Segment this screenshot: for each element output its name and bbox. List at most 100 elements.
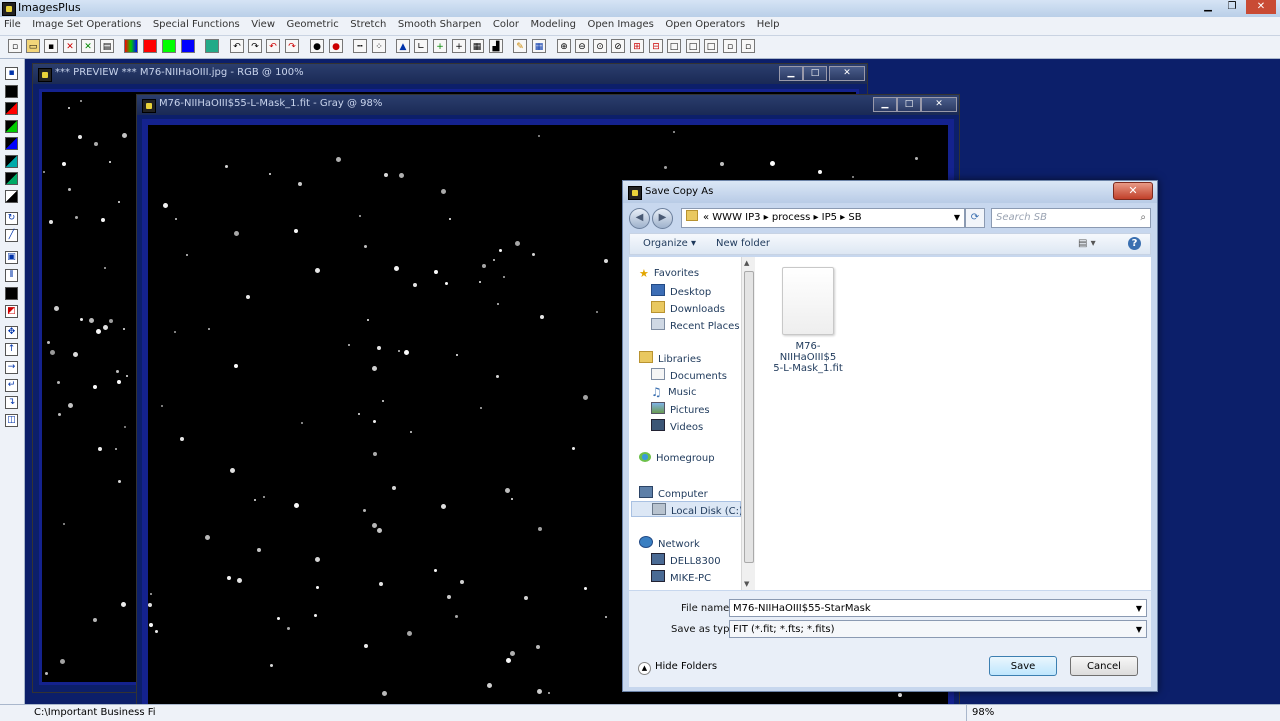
refresh-icon[interactable]: ⟳ <box>965 208 985 228</box>
nav-mike-pc[interactable]: MIKE-PC <box>651 570 711 584</box>
table-icon[interactable]: ▦ <box>532 39 546 53</box>
chevron-down-icon[interactable]: ▼ <box>1136 600 1142 618</box>
menu-open-images[interactable]: Open Images <box>583 17 657 30</box>
cancel-button[interactable]: Cancel <box>1070 656 1138 676</box>
clip-tool-icon[interactable]: ◫ <box>5 414 18 427</box>
help-icon[interactable]: ? <box>1128 237 1141 250</box>
teal-swatch-icon[interactable] <box>5 172 18 185</box>
menu-color[interactable]: Color <box>489 17 523 30</box>
preview-window-title-bar[interactable]: *** PREVIEW *** M76-NIIHaOIII.jpg - RGB … <box>33 64 867 84</box>
rotate-tool-icon[interactable]: ↻ <box>5 212 18 225</box>
circle-select-red-icon[interactable]: ● <box>329 39 343 53</box>
dialog-title-bar[interactable]: Save Copy As ✕ <box>623 181 1157 203</box>
back-arrow-icon[interactable]: ◀ <box>629 208 650 229</box>
circle-select-icon[interactable]: ● <box>310 39 324 53</box>
rgb-channels-icon[interactable] <box>124 39 138 53</box>
inverse-swatch-icon[interactable] <box>5 190 18 203</box>
nav-libraries[interactable]: Libraries <box>639 351 701 365</box>
histogram-icon[interactable]: ▲ <box>396 39 410 53</box>
cyan-swatch-icon[interactable] <box>5 155 18 168</box>
red-select-icon[interactable]: ◩ <box>5 305 18 318</box>
zoom-reset-icon[interactable]: ⊘ <box>611 39 625 53</box>
new-folder-button[interactable]: New folder <box>716 238 770 249</box>
menu-geometric[interactable]: Geometric <box>283 17 343 30</box>
mask-close-button[interactable]: ✕ <box>921 97 957 112</box>
undo-icon[interactable]: ↶ <box>230 39 244 53</box>
close-all-icon[interactable]: ✕ <box>81 39 95 53</box>
file-name-input[interactable]: M76-NIIHaOIII$55-StarMask ▼ <box>729 599 1147 617</box>
organize-button[interactable]: Organize ▾ <box>643 238 696 249</box>
frame-tool-icon[interactable]: ▣ <box>5 251 18 264</box>
luminance-icon[interactable] <box>205 39 219 53</box>
nav-desktop[interactable]: Desktop <box>651 284 711 298</box>
nav-music[interactable]: ♫ Music <box>651 385 696 399</box>
nav-downloads[interactable]: Downloads <box>651 301 725 315</box>
black-swatch-icon[interactable] <box>5 85 18 98</box>
blue-swatch-icon[interactable] <box>5 137 18 150</box>
search-icon[interactable]: ⌕ <box>1140 209 1146 227</box>
scroll-down-icon[interactable]: ▼ <box>744 580 749 588</box>
arrow-down-return-icon[interactable]: ↴ <box>5 396 18 409</box>
menu-special-functions[interactable]: Special Functions <box>149 17 244 30</box>
dialog-close-button[interactable]: ✕ <box>1113 182 1153 200</box>
menu-help[interactable]: Help <box>753 17 784 30</box>
app-close-button[interactable]: ✕ <box>1246 0 1276 14</box>
arrow-right-icon[interactable]: → <box>5 361 18 374</box>
navigation-scrollbar[interactable]: ▲ ▼ <box>741 257 755 590</box>
chevron-down-icon[interactable]: ▼ <box>1136 621 1142 639</box>
mask-maximize-button[interactable]: □ <box>897 97 921 112</box>
close-image-icon[interactable]: ✕ <box>63 39 77 53</box>
hide-folders-button[interactable]: ▲ Hide Folders <box>638 661 717 675</box>
save-icon[interactable]: ▪ <box>44 39 58 53</box>
crosshair-icon[interactable]: + <box>452 39 466 53</box>
zoom-in-icon[interactable]: ⊕ <box>557 39 571 53</box>
pencil-icon[interactable]: ✎ <box>513 39 527 53</box>
menu-stretch[interactable]: Stretch <box>346 17 390 30</box>
arrow-return-icon[interactable]: ↵ <box>5 379 18 392</box>
nav-network[interactable]: Network <box>639 536 700 550</box>
copy-icon[interactable]: ▤ <box>100 39 114 53</box>
red-swatch-icon[interactable] <box>5 102 18 115</box>
line-tool-icon[interactable]: ╱ <box>5 229 18 242</box>
minus-red-icon[interactable]: ⊟ <box>649 39 663 53</box>
crosshair-green-icon[interactable]: + <box>433 39 447 53</box>
file-item[interactable]: M76-NIIHaOIII$5 5-L-Mask_1.fit <box>773 267 843 374</box>
menu-modeling[interactable]: Modeling <box>526 17 580 30</box>
preview-maximize-button[interactable]: □ <box>803 66 827 81</box>
axis-icon[interactable]: ∟ <box>414 39 428 53</box>
menu-smooth-sharpen[interactable]: Smooth Sharpen <box>394 17 486 30</box>
nav-computer[interactable]: Computer <box>639 486 708 500</box>
redo-icon[interactable]: ↷ <box>248 39 262 53</box>
menu-file[interactable]: File <box>0 17 25 30</box>
stamp-icon[interactable]: ▟ <box>489 39 503 53</box>
menu-open-operators[interactable]: Open Operators <box>661 17 749 30</box>
chevron-down-icon[interactable]: ▼ <box>954 209 960 227</box>
nav-local-disk[interactable]: Local Disk (C:) <box>631 501 743 517</box>
red-channel-icon[interactable] <box>143 39 157 53</box>
blue-channel-icon[interactable] <box>181 39 195 53</box>
green-swatch-icon[interactable] <box>5 120 18 133</box>
mask-minimize-button[interactable]: ▁ <box>873 97 897 112</box>
nav-pictures[interactable]: Pictures <box>651 402 710 416</box>
view-options-icon[interactable]: ▤ ▾ <box>1078 238 1096 249</box>
window-tile-icon[interactable]: □ <box>686 39 700 53</box>
nav-dell8300[interactable]: DELL8300 <box>651 553 721 567</box>
forward-arrow-icon[interactable]: ▶ <box>652 208 673 229</box>
zoom-fit-icon[interactable]: ⊙ <box>593 39 607 53</box>
black-block-icon[interactable] <box>5 287 18 300</box>
nav-documents[interactable]: Documents <box>651 368 727 382</box>
zoom-out-icon[interactable]: ⊖ <box>575 39 589 53</box>
app-maximize-button[interactable]: ❐ <box>1220 0 1244 14</box>
save-as-type-select[interactable]: FIT (*.fit; *.fts; *.fits) ▼ <box>729 620 1147 638</box>
preview-minimize-button[interactable]: ▁ <box>779 66 803 81</box>
app-minimize-button[interactable]: ▁ <box>1196 0 1220 14</box>
address-bar[interactable]: « WWW IP3 ▸ process ▸ IP5 ▸ SB ▼ <box>681 208 965 228</box>
new-file-icon[interactable]: ▫ <box>8 39 22 53</box>
add-red-icon[interactable]: ⊞ <box>630 39 644 53</box>
grid-icon[interactable]: ▦ <box>470 39 484 53</box>
nav-videos[interactable]: Videos <box>651 419 703 433</box>
nav-homegroup[interactable]: Homegroup <box>639 452 715 464</box>
arrow-up-icon[interactable]: ↑ <box>5 343 18 356</box>
save-button[interactable]: Save <box>989 656 1057 676</box>
move-tool-icon[interactable]: ✥ <box>5 326 18 339</box>
